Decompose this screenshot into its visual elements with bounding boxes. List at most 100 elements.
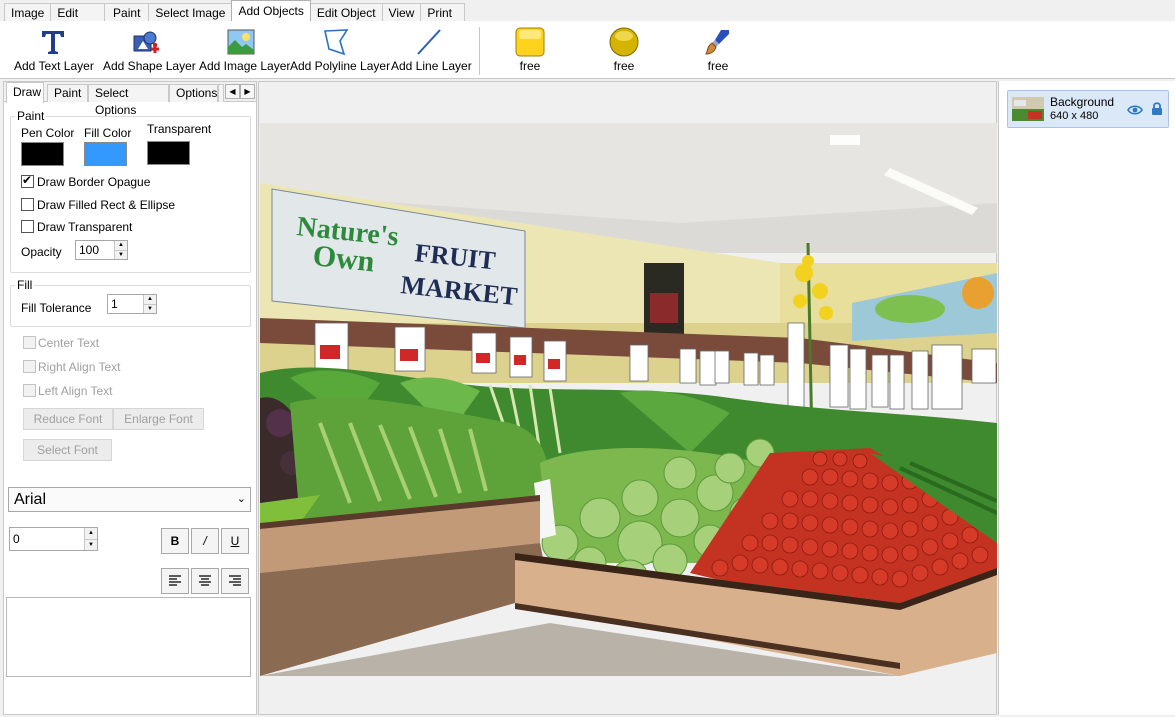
draw-filled-checkbox[interactable] (21, 198, 34, 211)
panel-tab-options[interactable]: Options (169, 84, 218, 102)
stepper-up-icon[interactable]: ▲ (144, 295, 156, 304)
add-polyline-layer-button[interactable]: Add Polyline Layer (290, 27, 391, 77)
panel-tab-paint[interactable]: Paint (47, 84, 88, 102)
align-right-button[interactable] (221, 568, 249, 594)
tab-paint[interactable]: Paint (104, 3, 150, 22)
fruit-market-photo: Nature's Own FRUIT MARKET (260, 123, 997, 676)
opacity-stepper[interactable]: 100 ▲ ▼ (75, 240, 128, 260)
tab-view[interactable]: View (381, 3, 422, 22)
add-shape-layer-button[interactable]: Add Shape Layer (103, 27, 196, 77)
align-center-icon (199, 575, 211, 586)
left-align-text-checkbox[interactable] (23, 384, 36, 397)
layer-name: Background (1050, 95, 1115, 109)
add-text-layer-label: Add Text Layer (14, 59, 94, 73)
layer-text-input[interactable] (6, 597, 251, 677)
stepper-down-icon[interactable]: ▼ (115, 250, 127, 259)
font-family-value: Arial (14, 491, 47, 508)
underline-button[interactable]: U (221, 528, 249, 554)
ribbon-separator (479, 27, 480, 75)
draw-border-opaque-checkbox[interactable]: ✔ (21, 173, 34, 188)
center-text-checkbox[interactable] (23, 336, 36, 349)
yellow-square-icon (515, 27, 545, 57)
layers-panel: Background 640 x 480 (998, 81, 1175, 715)
free-label-3: free (707, 59, 729, 73)
free-label-1: free (519, 59, 541, 73)
add-line-layer-button[interactable]: Add Line Layer (391, 27, 472, 77)
center-text-label: Center Text (38, 336, 100, 350)
tab-image[interactable]: Image (4, 3, 52, 22)
add-line-layer-label: Add Line Layer (391, 59, 472, 73)
font-family-select[interactable]: Arial ⌄ (8, 487, 251, 512)
check-mark-icon: ✔ (22, 173, 33, 187)
tab-edit-object[interactable]: Edit Object (309, 3, 383, 22)
panel-tab-bar: Draw Paint Select Options Options ◀ ▶ (4, 82, 256, 117)
paint-group-legend: Paint (17, 109, 45, 123)
tab-scroll-left-icon[interactable]: ◀ (225, 84, 240, 99)
sign-brand-line2: Own (311, 239, 376, 278)
text-T-icon (42, 31, 64, 54)
canvas-image[interactable]: Nature's Own FRUIT MARKET (260, 123, 997, 676)
bold-button[interactable]: B (161, 528, 189, 554)
fill-group-legend: Fill (17, 278, 33, 292)
reduce-font-button[interactable]: Reduce Font (23, 408, 113, 430)
layer-thumbnail (1012, 97, 1044, 121)
tool-options-panel: Draw Paint Select Options Options ◀ ▶ Pa… (3, 81, 257, 715)
line-icon (417, 29, 441, 55)
transparent-color-swatch[interactable] (147, 141, 190, 165)
free-label-2: free (613, 59, 635, 73)
draw-transparent-checkbox[interactable] (21, 220, 34, 233)
font-size-stepper[interactable]: 0 ▲ ▼ (9, 527, 98, 551)
enlarge-font-button[interactable]: Enlarge Font (113, 408, 204, 430)
tab-select-image[interactable]: Select Image (148, 3, 233, 22)
fill-color-label: Fill Color (84, 126, 132, 140)
add-shape-layer-label: Add Shape Layer (103, 59, 196, 73)
ribbon-toolbar: Add Text Layer Add Shape Layer Add Image… (0, 21, 1175, 79)
fill-tolerance-label: Fill Tolerance (21, 301, 92, 315)
layer-item-background[interactable]: Background 640 x 480 (1007, 90, 1169, 128)
free-button-3[interactable]: free (698, 27, 738, 77)
left-align-text-label: Left Align Text (38, 384, 113, 398)
italic-button[interactable]: / (191, 528, 219, 554)
tab-print[interactable]: Print (420, 3, 466, 22)
right-align-text-label: Right Align Text (38, 360, 121, 374)
polyline-icon (324, 29, 349, 56)
stepper-up-icon[interactable]: ▲ (115, 241, 127, 250)
tab-add-objects[interactable]: Add Objects (231, 0, 311, 21)
align-right-icon (229, 575, 241, 586)
canvas-area: Nature's Own FRUIT MARKET (258, 81, 997, 715)
lock-icon[interactable] (1151, 101, 1163, 116)
chevron-down-icon: ⌄ (236, 493, 246, 505)
align-left-button[interactable] (161, 568, 189, 594)
align-left-icon (169, 575, 181, 586)
draw-filled-label: Draw Filled Rect & Ellipse (37, 198, 176, 212)
pen-color-label: Pen Color (21, 126, 75, 140)
pen-color-swatch[interactable] (21, 142, 64, 166)
brush-icon (705, 30, 729, 55)
stepper-down-icon[interactable]: ▼ (144, 304, 156, 313)
stepper-up-icon[interactable]: ▲ (85, 528, 97, 539)
free-button-1[interactable]: free (510, 27, 550, 77)
add-text-layer-button[interactable]: Add Text Layer (14, 27, 94, 77)
tab-edit[interactable]: Edit (50, 3, 106, 22)
font-size-value: 0 (13, 532, 20, 546)
transparent-label: Transparent (147, 122, 212, 136)
select-font-button[interactable]: Select Font (23, 439, 112, 461)
stepper-down-icon[interactable]: ▼ (85, 539, 97, 550)
panel-tab-draw[interactable]: Draw (6, 82, 44, 103)
eye-icon[interactable] (1127, 104, 1143, 116)
opacity-label: Opacity (21, 245, 62, 259)
add-polyline-layer-label: Add Polyline Layer (290, 59, 391, 73)
tab-scroll-right-icon[interactable]: ▶ (240, 84, 255, 99)
free-button-2[interactable]: free (604, 27, 644, 77)
fill-color-swatch[interactable] (84, 142, 127, 166)
align-center-button[interactable] (191, 568, 219, 594)
add-image-layer-button[interactable]: Add Image Layer (199, 27, 291, 77)
fill-tolerance-stepper[interactable]: 1 ▲ ▼ (107, 294, 157, 314)
draw-transparent-label: Draw Transparent (37, 220, 133, 234)
add-image-layer-label: Add Image Layer (199, 59, 291, 73)
image-icon (227, 29, 255, 55)
yellow-circle-icon (609, 27, 639, 57)
right-align-text-checkbox[interactable] (23, 360, 36, 373)
panel-tab-select-options[interactable]: Select Options (88, 84, 169, 117)
fill-tolerance-value: 1 (111, 297, 118, 311)
